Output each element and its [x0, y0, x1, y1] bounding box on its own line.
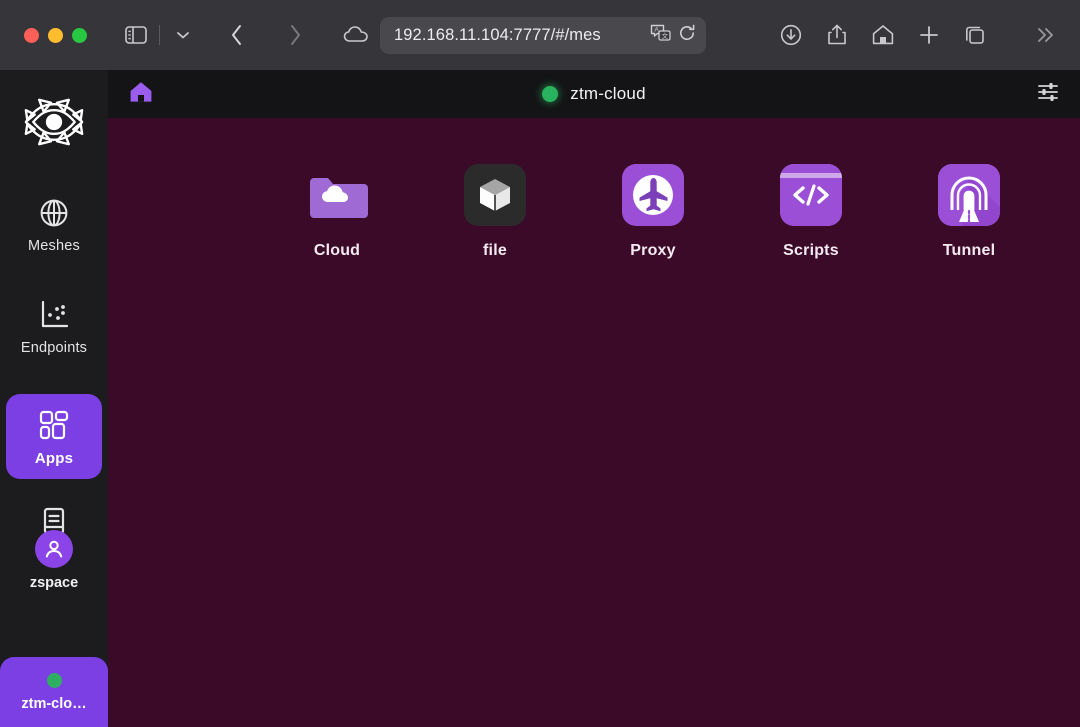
content-header: ztm-cloud [108, 70, 1080, 118]
sidebar: Meshes Endpoints Apps [0, 70, 108, 727]
forward-button[interactable] [278, 18, 312, 52]
sidebar-profile[interactable]: zspace [6, 505, 102, 591]
more-toolbar-items-button[interactable] [1028, 18, 1062, 52]
sidebar-icon [125, 26, 147, 44]
back-button[interactable] [220, 18, 254, 52]
home-icon [128, 79, 154, 105]
header-home-button[interactable] [128, 79, 154, 110]
cloud-icon [343, 25, 371, 45]
window-controls [0, 28, 87, 43]
address-bar[interactable]: 192.168.11.104:7777/#/mes A 文 [380, 17, 706, 54]
reload-icon [678, 24, 696, 42]
share-icon [826, 23, 848, 47]
minimize-button[interactable] [48, 28, 63, 43]
navigation-controls [119, 18, 374, 52]
sidebar-menu-button[interactable] [166, 18, 200, 52]
app-label: Proxy [630, 242, 675, 260]
app-label: Tunnel [943, 242, 995, 260]
home-button[interactable] [866, 18, 900, 52]
maximize-button[interactable] [72, 28, 87, 43]
page-title: ztm-cloud [570, 84, 646, 104]
status-dot [542, 86, 558, 102]
app-logo [16, 84, 92, 160]
app-tile-scripts[interactable]: Scripts [732, 164, 890, 260]
tab-overview-button[interactable] [958, 18, 992, 52]
downloads-button[interactable] [774, 18, 808, 52]
status-dot [47, 673, 62, 688]
cloud-folder-icon [306, 164, 368, 226]
app-tile-file[interactable]: file [416, 164, 574, 260]
sidebar-mesh-chip[interactable]: ztm-clo… [0, 657, 108, 727]
app-tile-tunnel[interactable]: Tunnel [890, 164, 1048, 260]
tunnel-arch-icon [938, 164, 1000, 226]
forward-arrow-icon [287, 23, 303, 47]
copy-icon [963, 23, 987, 47]
app-label: Cloud [314, 242, 360, 260]
header-title-group: ztm-cloud [108, 84, 1080, 104]
scatter-plot-icon [37, 298, 71, 332]
sidebar-item-label: Meshes [28, 238, 80, 254]
browser-toolbar: 192.168.11.104:7777/#/mes A 文 [0, 0, 1080, 70]
address-bar-actions: A 文 [650, 23, 696, 48]
toolbar-divider [159, 25, 160, 45]
code-brackets-icon [780, 164, 842, 226]
browser-actions [774, 18, 1062, 52]
app-shell: Meshes Endpoints Apps [0, 70, 1080, 727]
plus-icon [918, 24, 940, 46]
back-arrow-icon [229, 23, 245, 47]
sidebar-item-meshes[interactable]: Meshes [6, 186, 102, 262]
home-icon [871, 23, 895, 47]
sidebar-item-endpoints[interactable]: Endpoints [6, 288, 102, 364]
mesh-chip-label: ztm-clo… [21, 696, 86, 712]
app-tile-proxy[interactable]: Proxy [574, 164, 732, 260]
chevron-double-right-icon [1034, 25, 1056, 45]
ztm-eye-logo [17, 85, 91, 159]
main-content: ztm-cloud [108, 70, 1080, 727]
person-icon [42, 537, 66, 561]
avatar[interactable] [35, 530, 73, 568]
settings-button[interactable] [1036, 80, 1060, 109]
profile-label: zspace [30, 575, 78, 591]
download-icon [779, 23, 803, 47]
app-tile-cloud[interactable]: Cloud [258, 164, 416, 260]
globe-icon [37, 196, 71, 230]
sidebar-item-apps[interactable]: Apps [6, 394, 102, 479]
reload-button[interactable] [678, 24, 696, 47]
new-tab-button[interactable] [912, 18, 946, 52]
airplane-icon [622, 164, 684, 226]
icloud-button[interactable] [340, 18, 374, 52]
sliders-icon [1036, 80, 1060, 104]
sidebar-toggle-button[interactable] [119, 18, 153, 52]
header-actions [1036, 80, 1060, 109]
grid-apps-icon [37, 408, 71, 442]
sidebar-item-label: Endpoints [21, 340, 87, 356]
translate-button[interactable]: A 文 [650, 23, 672, 48]
translate-icon: A 文 [650, 23, 672, 43]
chevron-down-icon [176, 30, 190, 40]
app-label: file [483, 242, 507, 260]
cube-box-icon [464, 164, 526, 226]
app-grid: Cloud file [108, 118, 1080, 260]
url-text: 192.168.11.104:7777/#/mes [394, 26, 650, 45]
sidebar-item-label: Apps [35, 450, 73, 467]
share-button[interactable] [820, 18, 854, 52]
close-button[interactable] [24, 28, 39, 43]
app-label: Scripts [783, 242, 839, 260]
svg-text:文: 文 [662, 31, 669, 40]
